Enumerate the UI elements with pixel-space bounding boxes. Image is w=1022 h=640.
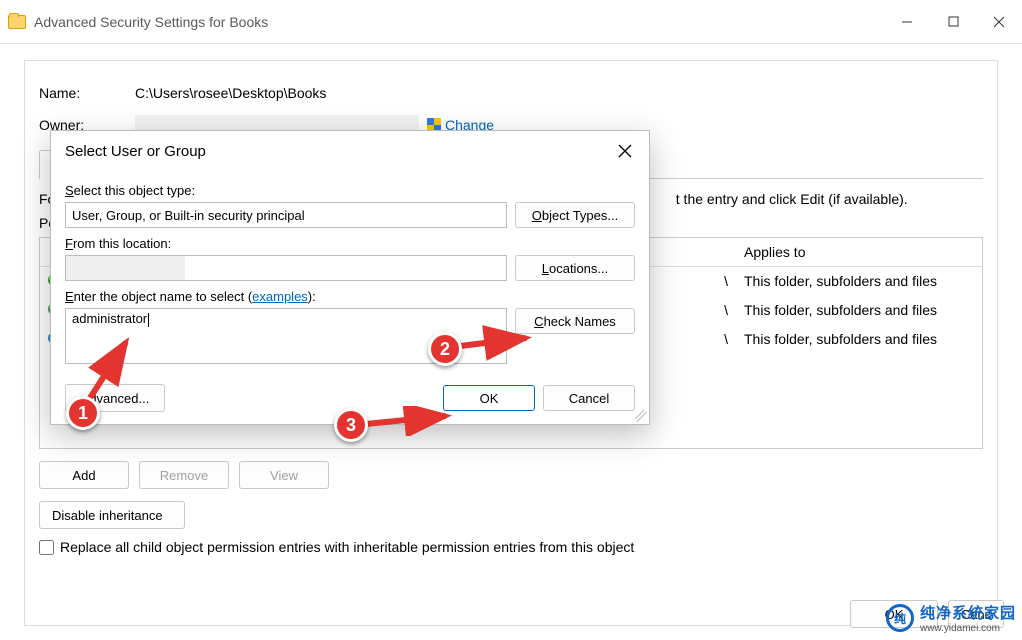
examples-link[interactable]: examples — [252, 289, 308, 304]
object-types-button[interactable]: Object Types... — [515, 202, 635, 228]
cell-applies: This folder, subfolders and files — [736, 296, 982, 325]
folder-icon — [8, 15, 26, 29]
watermark: 纯 纯净系统家园 www.yidamei.com — [886, 602, 1016, 634]
view-button[interactable]: View — [239, 461, 329, 489]
disable-inheritance-button[interactable]: Disable inheritance — [39, 501, 185, 529]
object-type-field[interactable] — [65, 202, 507, 228]
replace-entries-label: Replace all child object permission entr… — [60, 539, 634, 555]
entry-buttons: Add Remove View — [25, 449, 997, 501]
col-applies: Applies to — [736, 238, 982, 266]
name-value: C:\Users\rosee\Desktop\Books — [135, 85, 326, 101]
watermark-line1: 纯净系统家园 — [920, 602, 1016, 623]
annotation-arrow-2 — [452, 324, 542, 364]
annotation-arrow-1 — [78, 328, 158, 408]
window-system-buttons — [884, 0, 1022, 43]
dialog-title: Select User or Group — [65, 143, 206, 160]
dialog-cancel-button[interactable]: Cancel — [543, 385, 635, 411]
cell-applies: This folder, subfolders and files — [736, 267, 982, 296]
maximize-button[interactable] — [930, 0, 976, 43]
cell-applies: This folder, subfolders and files — [736, 325, 982, 354]
close-button[interactable] — [976, 0, 1022, 43]
minimize-button[interactable] — [884, 0, 930, 43]
name-row: Name: C:\Users\rosee\Desktop\Books — [25, 79, 997, 107]
window-titlebar: Advanced Security Settings for Books — [0, 0, 1022, 44]
annotation-badge-1: 1 — [66, 396, 100, 430]
dialog-close-button[interactable] — [611, 137, 639, 165]
enter-name-label: Enter the object name to select (example… — [65, 289, 635, 304]
location-label: From this location: — [65, 236, 635, 251]
watermark-line2: www.yidamei.com — [920, 623, 1016, 634]
remove-button[interactable]: Remove — [139, 461, 229, 489]
annotation-badge-3: 3 — [334, 408, 368, 442]
dialog-titlebar: Select User or Group — [51, 131, 649, 171]
watermark-logo: 纯 — [886, 604, 914, 632]
add-button[interactable]: Add — [39, 461, 129, 489]
object-type-label: Select this object type: — [65, 183, 635, 198]
annotation-arrow-3 — [360, 406, 460, 436]
annotation-badge-2: 2 — [428, 332, 462, 366]
resize-grip-icon[interactable] — [635, 410, 647, 422]
window-title: Advanced Security Settings for Books — [34, 14, 884, 30]
locations-button[interactable]: Locations... — [515, 255, 635, 281]
replace-entries-checkbox[interactable] — [39, 540, 54, 555]
name-label: Name: — [39, 85, 135, 101]
info-suffix: t the entry and click Edit (if available… — [676, 191, 908, 207]
location-field[interactable] — [65, 255, 507, 281]
replace-entries-row: Replace all child object permission entr… — [25, 529, 997, 569]
